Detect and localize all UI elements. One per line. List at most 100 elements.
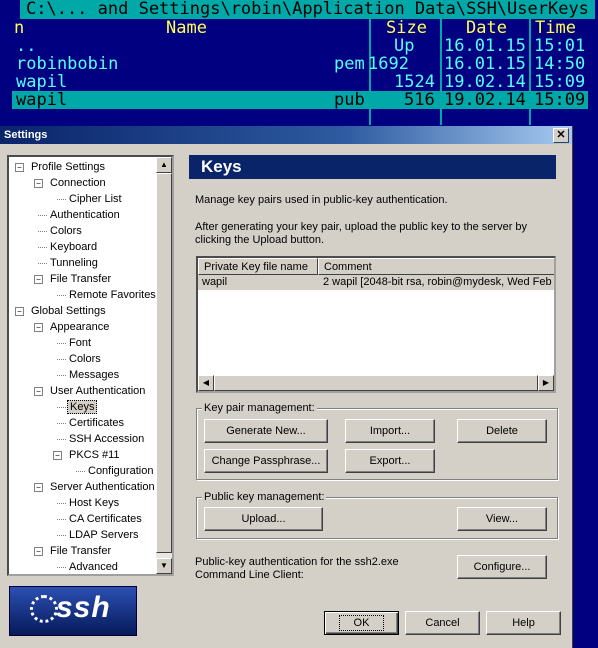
collapse-toggle-icon[interactable]: − (15, 163, 24, 172)
upload-button[interactable]: Upload... (204, 507, 323, 531)
tree-item[interactable]: Profile Settings (29, 159, 107, 175)
cancel-button[interactable]: Cancel (405, 611, 480, 635)
scroll-right-icon[interactable]: ▶ (538, 375, 554, 391)
tree-item[interactable]: Advanced (67, 559, 120, 575)
tree-connector (38, 247, 47, 248)
panel-description: Manage key pairs used in public-key auth… (195, 194, 448, 206)
collapse-toggle-icon[interactable]: − (34, 323, 43, 332)
tree-item[interactable]: Server Authentication (48, 479, 157, 495)
hscroll-thumb[interactable] (214, 375, 538, 391)
tree-item[interactable]: Tunneling (48, 255, 100, 271)
key-comment: 2 wapil [2048-bit rsa, robin@mydesk, Wed… (323, 276, 554, 288)
scroll-down-icon[interactable]: ▼ (156, 558, 172, 574)
tree-item[interactable]: Authentication (48, 207, 122, 223)
tree-item[interactable]: File Transfer (48, 271, 113, 287)
settings-tree[interactable]: Profile Settings − Connection − Cipher List A… (7, 155, 174, 576)
keys-list-hscrollbar[interactable]: ◀ ▶ (198, 375, 554, 391)
tree-item[interactable]: CA Certificates (67, 511, 144, 527)
help-button[interactable]: Help (486, 611, 561, 635)
configure-button[interactable]: Configure... (457, 555, 547, 579)
tree-connector (57, 375, 66, 376)
file-manager-path-bar: C:\... and Settings\robin\Application Da… (0, 0, 598, 19)
generate-new-button[interactable]: Generate New... (204, 419, 328, 443)
collapse-toggle-icon[interactable]: − (34, 179, 43, 188)
tree-item[interactable]: Font (67, 335, 93, 351)
tree-connector (57, 439, 66, 440)
tree-item[interactable]: Certificates (67, 415, 126, 431)
delete-button[interactable]: Delete (457, 419, 547, 443)
tree-item[interactable]: Keys (67, 399, 98, 415)
tree-item-label: Host Keys (69, 497, 120, 509)
logo-circle-icon (30, 595, 58, 623)
tree-item-label: Authentication (50, 209, 120, 221)
tree-item[interactable]: Configuration (86, 463, 155, 479)
tree-item[interactable]: Host Keys (67, 495, 121, 511)
file-name: wapil (16, 72, 68, 92)
collapse-toggle-icon[interactable]: − (15, 307, 24, 316)
collapse-toggle-icon[interactable]: − (34, 275, 43, 284)
ok-button[interactable]: OK (324, 611, 399, 635)
change-passphrase-button[interactable]: Change Passphrase... (204, 449, 328, 473)
file-size: 1524 (394, 72, 435, 92)
logo-text: ssh (56, 591, 111, 624)
column-header-file[interactable]: Private Key file name (198, 258, 318, 275)
tree-item[interactable]: Remote Favorites (67, 287, 158, 303)
export-button[interactable]: Export... (345, 449, 435, 473)
tree-item[interactable]: Colors (67, 351, 103, 367)
file-row[interactable]: .. Up 16.01.15 15:01 (12, 37, 588, 55)
tree-item[interactable]: Cipher List (67, 191, 124, 207)
file-row-selected[interactable]: wapil pub 516 19.02.14 15:09 (12, 91, 588, 109)
file-row[interactable]: wapil 1524 19.02.14 15:09 (12, 73, 588, 91)
file-manager-path: C:\... and Settings\robin\Application Da… (20, 0, 595, 19)
collapse-toggle-icon[interactable]: − (34, 547, 43, 556)
tree-item[interactable]: LDAP Servers (67, 527, 141, 543)
tree-scroll-thumb[interactable] (156, 173, 172, 553)
key-row[interactable]: wapil 2 wapil [2048-bit rsa, robin@mydes… (198, 275, 554, 290)
tree-item[interactable]: Appearance (48, 319, 111, 335)
tree-item-label: CA Certificates (69, 513, 142, 525)
view-button[interactable]: View... (457, 507, 547, 531)
tree-item[interactable]: Connection (48, 175, 108, 191)
column-header-size[interactable]: Size (386, 19, 427, 37)
tree-item[interactable]: User Authentication (48, 383, 147, 399)
tree-item[interactable]: Messages (67, 367, 121, 383)
collapse-toggle-icon[interactable]: − (34, 483, 43, 492)
tree-item-label: Configuration (88, 465, 154, 477)
tree-item-label: Certificates (69, 417, 125, 429)
keys-list-header: Private Key file name Comment (198, 258, 554, 275)
file-time: 15:01 (534, 36, 586, 56)
tree-item-label: Global Settings (31, 305, 106, 317)
tree-item[interactable]: Colors (48, 223, 84, 239)
column-header-date[interactable]: Date (466, 19, 507, 37)
column-header-n[interactable]: n (14, 19, 24, 37)
tree-item-label: User Authentication (50, 385, 146, 397)
dialog-title-bar[interactable]: Settings ✕ (0, 126, 572, 144)
collapse-toggle-icon[interactable]: − (34, 387, 43, 396)
tree-connector (57, 407, 66, 408)
tree-item-label: Cipher List (69, 193, 122, 205)
tree-item-label: File Transfer (50, 273, 112, 285)
column-header-comment[interactable]: Comment (318, 258, 554, 275)
file-row[interactable]: robinbobin pem 1692 16.01.15 14:50 (12, 55, 588, 73)
tree-item[interactable]: PKCS #11 (67, 447, 122, 463)
file-date: 16.01.15 (444, 54, 526, 74)
tree-item[interactable]: File Transfer (48, 543, 113, 559)
tree-connector (76, 471, 85, 472)
import-button[interactable]: Import... (345, 419, 435, 443)
tree-scrollbar[interactable]: ▲ ▼ (156, 157, 172, 574)
tree-connector (38, 215, 47, 216)
scroll-left-icon[interactable]: ◀ (198, 375, 214, 391)
column-header-name[interactable]: Name (166, 19, 207, 37)
public-key-management-label: Public key management: (202, 491, 327, 504)
file-time: 15:09 (534, 90, 586, 110)
tree-item[interactable]: Global Settings (29, 303, 108, 319)
panel-title: Keys (201, 157, 242, 176)
tree-item[interactable]: Keyboard (48, 239, 99, 255)
close-icon[interactable]: ✕ (553, 128, 569, 143)
collapse-toggle-icon[interactable]: − (53, 451, 62, 460)
tree-connector (57, 295, 66, 296)
keys-list[interactable]: Private Key file name Comment wapil 2 wa… (196, 256, 556, 393)
tree-item[interactable]: SSH Accession (67, 431, 146, 447)
scroll-up-icon[interactable]: ▲ (156, 157, 172, 173)
column-header-time[interactable]: Time (535, 19, 576, 37)
